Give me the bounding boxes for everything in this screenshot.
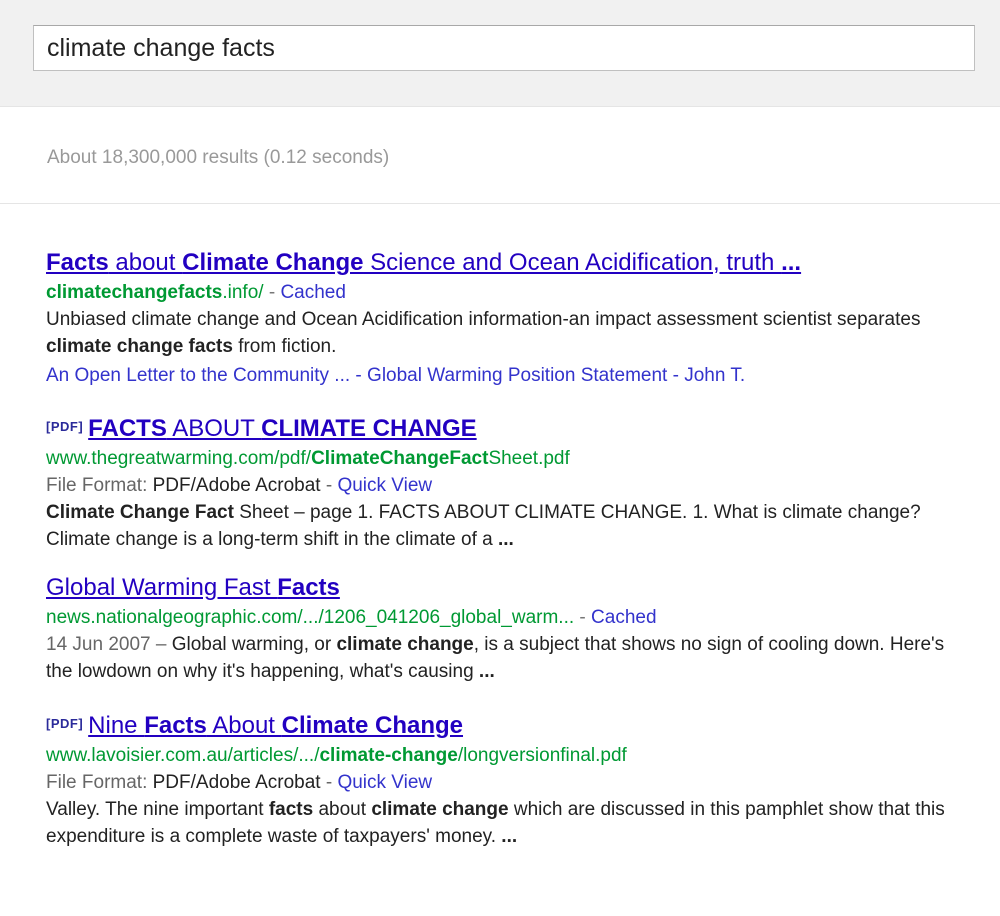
result-url: news.nationalgeographic.com/.../1206_041… [46,607,657,628]
header-divider [0,203,1000,204]
cached-link[interactable]: Cached [591,607,657,628]
file-format: File Format: PDF/Adobe Acrobat - Quick V… [46,772,433,793]
search-result: Facts about Climate Change Science and O… [46,246,946,392]
result-title: Global Warming Fast Facts [46,571,946,604]
result-snippet: Unbiased climate change and Ocean Acidif… [46,309,921,357]
quick-view-link[interactable]: Quick View [337,475,432,496]
pdf-tag: [PDF] [46,716,84,731]
result-title-link[interactable]: Global Warming Fast Facts [46,574,340,601]
sitelink[interactable]: Global Warming Position Statement [367,365,667,386]
result-snippet: 14 Jun 2007 – Global warming, or climate… [46,634,945,682]
result-sitelinks: An Open Letter to the Community ... - Gl… [46,365,746,386]
search-result: [PDF] FACTS ABOUT CLIMATE CHANGE www.theg… [46,410,946,553]
pdf-tag: [PDF] [46,419,84,434]
result-title: [PDF] Nine Facts About Climate Change [46,707,946,742]
results-list: Facts about Climate Change Science and O… [46,246,946,868]
search-result: Global Warming Fast Facts news.nationalg… [46,571,946,685]
result-url: www.lavoisier.com.au/articles/.../climat… [46,745,627,766]
sitelink[interactable]: John T. [684,365,745,386]
sitelink[interactable]: An Open Letter to the Community ... [46,365,350,386]
result-title: [PDF] FACTS ABOUT CLIMATE CHANGE [46,410,946,445]
cached-link[interactable]: Cached [280,282,346,303]
quick-view-link[interactable]: Quick View [337,772,432,793]
result-url: www.thegreatwarming.com/pdf/ClimateChang… [46,448,570,469]
result-url: climatechangefacts.info/ - Cached [46,282,346,303]
file-format: File Format: PDF/Adobe Acrobat - Quick V… [46,475,433,496]
search-input[interactable] [33,25,975,71]
result-title-link[interactable]: Nine Facts About Climate Change [88,712,463,739]
result-stats: About 18,300,000 results (0.12 seconds) [47,147,390,168]
result-title-link[interactable]: Facts about Climate Change Science and O… [46,249,801,276]
result-title: Facts about Climate Change Science and O… [46,246,946,279]
search-result: [PDF] Nine Facts About Climate Change www… [46,707,946,850]
result-snippet: Valley. The nine important facts about c… [46,799,945,847]
search-header [0,0,1000,107]
result-title-link[interactable]: FACTS ABOUT CLIMATE CHANGE [88,415,476,442]
result-snippet: Climate Change Fact Sheet – page 1. FACT… [46,502,921,550]
